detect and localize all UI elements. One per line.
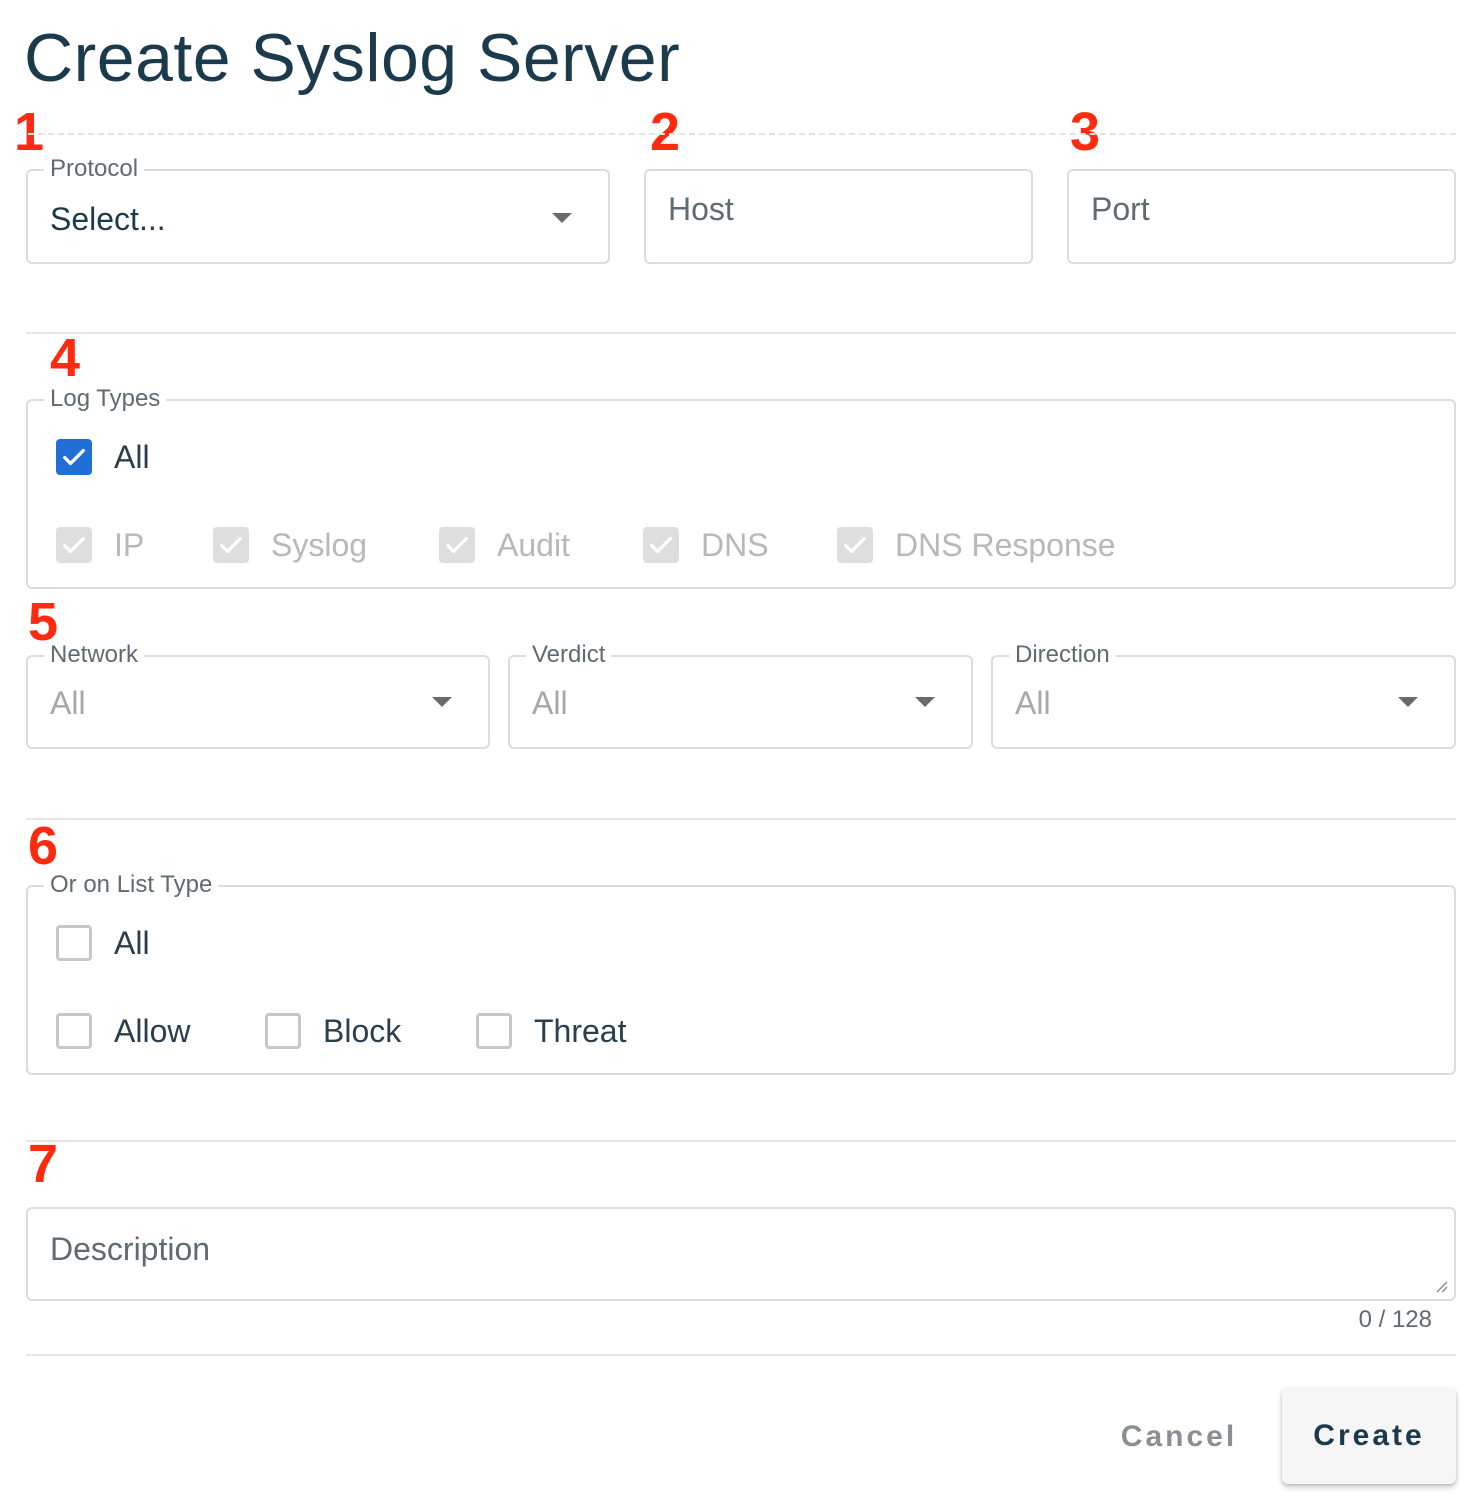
list-type-threat-option[interactable]: Threat	[476, 1011, 626, 1051]
checkbox-checked-disabled-icon[interactable]	[213, 527, 249, 563]
marker-2: 2	[650, 102, 681, 162]
network-value: All	[50, 685, 86, 721]
resize-handle-icon[interactable]	[1434, 1279, 1448, 1293]
log-type-audit-option[interactable]: Audit	[439, 525, 570, 565]
list-type-block-label: Block	[323, 1013, 402, 1049]
marker-4: 4	[50, 328, 81, 388]
log-type-ip-option[interactable]: IP	[56, 525, 144, 565]
verdict-label: Verdict	[526, 641, 612, 669]
marker-3: 3	[1070, 102, 1101, 162]
checkbox-unchecked-icon[interactable]	[476, 1013, 512, 1049]
log-type-syslog-option[interactable]: Syslog	[213, 525, 367, 565]
section-divider-top	[28, 133, 1456, 135]
chevron-down-icon	[432, 697, 452, 707]
marker-6: 6	[28, 816, 59, 876]
log-type-dns-response-option[interactable]: DNS Response	[837, 525, 1116, 565]
checkbox-checked-disabled-icon[interactable]	[439, 527, 475, 563]
log-type-all-option[interactable]: All	[56, 437, 150, 477]
cancel-button[interactable]: Cancel	[1104, 1414, 1254, 1460]
protocol-select[interactable]: Protocol Select...	[26, 155, 610, 264]
direction-label: Direction	[1009, 641, 1116, 669]
character-counter: 0 / 128	[1358, 1306, 1432, 1333]
section-divider	[26, 818, 1456, 820]
log-type-dns-option[interactable]: DNS	[643, 525, 769, 565]
page-title: Create Syslog Server	[24, 20, 681, 96]
list-type-allow-label: Allow	[114, 1013, 191, 1049]
checkbox-checked-disabled-icon[interactable]	[643, 527, 679, 563]
list-type-label: Or on List Type	[44, 871, 219, 899]
checkbox-checked-icon[interactable]	[56, 439, 92, 475]
description-textarea[interactable]: Description	[26, 1207, 1456, 1301]
port-placeholder: Port	[1091, 191, 1150, 227]
direction-value: All	[1015, 685, 1051, 721]
list-type-all-option[interactable]: All	[56, 923, 150, 963]
marker-1: 1	[14, 102, 45, 162]
network-label: Network	[44, 641, 145, 669]
verdict-value: All	[532, 685, 568, 721]
log-type-dns-response-label: DNS Response	[895, 527, 1116, 563]
log-type-audit-label: Audit	[497, 527, 570, 563]
host-placeholder: Host	[668, 191, 734, 227]
network-select[interactable]: Network All	[26, 641, 490, 749]
list-type-threat-label: Threat	[534, 1013, 627, 1049]
direction-select[interactable]: Direction All	[991, 641, 1456, 749]
host-input[interactable]: Host	[644, 169, 1033, 264]
log-type-syslog-label: Syslog	[271, 527, 368, 563]
chevron-down-icon	[1398, 697, 1418, 707]
list-type-allow-option[interactable]: Allow	[56, 1011, 190, 1051]
section-divider	[26, 1140, 1456, 1142]
list-type-all-label: All	[114, 925, 150, 961]
marker-7: 7	[28, 1134, 59, 1194]
log-types-group: Log Types All IP Syslog Audit DNS DNS Re…	[26, 385, 1456, 589]
checkbox-unchecked-icon[interactable]	[56, 1013, 92, 1049]
list-type-group: Or on List Type All Allow Block Threat	[26, 871, 1456, 1075]
log-type-dns-label: DNS	[701, 527, 769, 563]
protocol-label: Protocol	[44, 155, 145, 183]
chevron-down-icon	[915, 697, 935, 707]
section-divider	[26, 1354, 1456, 1356]
protocol-value: Select...	[50, 201, 166, 237]
create-button[interactable]: Create	[1282, 1388, 1456, 1484]
section-divider	[26, 332, 1456, 334]
checkbox-unchecked-icon[interactable]	[265, 1013, 301, 1049]
chevron-down-icon	[552, 213, 572, 223]
description-placeholder: Description	[50, 1231, 211, 1267]
checkbox-unchecked-icon[interactable]	[56, 925, 92, 961]
port-input[interactable]: Port	[1067, 169, 1456, 264]
verdict-select[interactable]: Verdict All	[508, 641, 973, 749]
log-types-label: Log Types	[44, 385, 167, 413]
checkbox-checked-disabled-icon[interactable]	[56, 527, 92, 563]
log-type-ip-label: IP	[114, 527, 145, 563]
log-type-all-label: All	[114, 439, 150, 475]
list-type-block-option[interactable]: Block	[265, 1011, 401, 1051]
checkbox-checked-disabled-icon[interactable]	[837, 527, 873, 563]
